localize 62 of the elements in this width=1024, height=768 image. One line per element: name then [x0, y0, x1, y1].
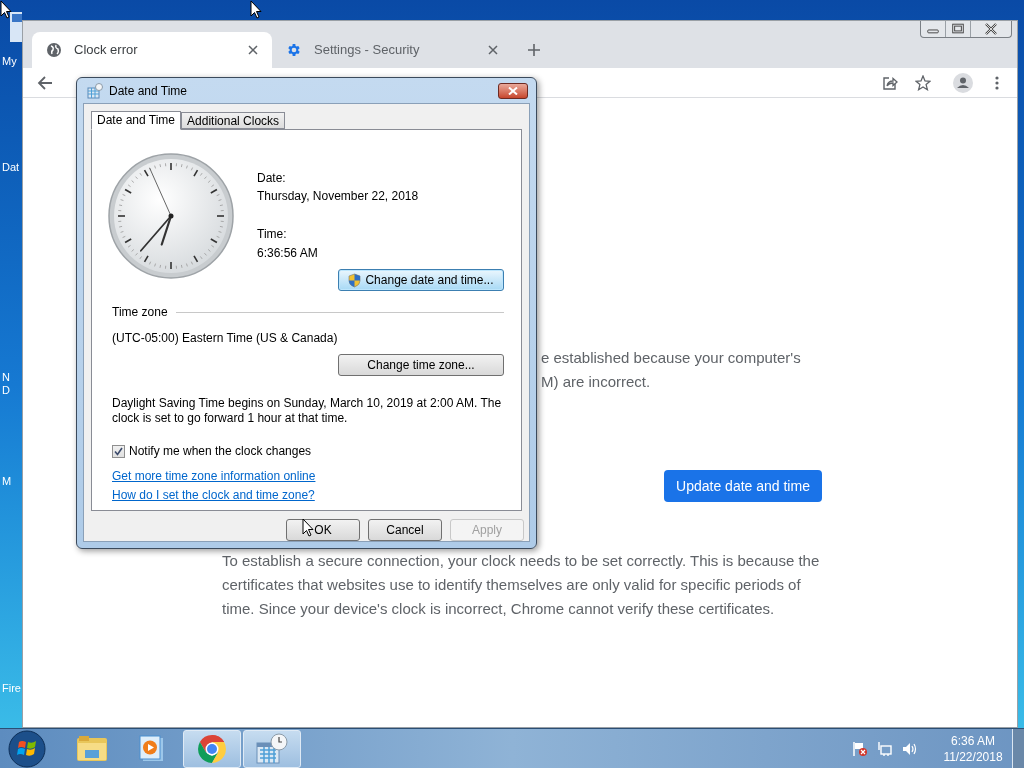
gear-icon — [286, 42, 302, 58]
new-tab-icon[interactable] — [528, 44, 540, 56]
menu-icon[interactable] — [995, 75, 999, 90]
desktop-icon-label[interactable]: Dat — [2, 162, 20, 173]
tab-title: Settings - Security — [314, 41, 421, 60]
time-label: Time: — [257, 226, 288, 242]
body-paragraph: To establish a secure connection, your clock needs to be set correctly. This is because the certificates that websites use to identify themselves are only valid for specific periods of time. Since your device's clock is incorrect, Chrome cannot verify these certificates. — [222, 551, 821, 619]
close-icon — [508, 86, 518, 95]
desktop-icon-label[interactable]: D — [2, 385, 10, 396]
time-zone-value: (UTC-05:00) Eastern Time (US & Canada) — [112, 330, 339, 346]
globe-icon — [46, 42, 62, 58]
taskbar-button[interactable] — [183, 729, 241, 768]
start-orb-icon[interactable] — [8, 729, 46, 768]
checkmark-icon — [114, 446, 123, 456]
mouse-pointer-icon — [302, 518, 314, 537]
chrome-icon — [197, 733, 227, 764]
close-button[interactable] — [498, 82, 528, 99]
folder-icon — [76, 734, 108, 763]
calendar-clock-icon — [255, 732, 289, 765]
dialog-button[interactable]: OK — [286, 519, 360, 541]
close-icon[interactable] — [248, 45, 258, 55]
browser-tab[interactable]: Clock error — [32, 32, 272, 68]
browser-tab[interactable]: Settings - Security — [272, 32, 512, 68]
mouse-pointer-icon — [0, 0, 12, 19]
clock-time: 6:36 AM — [951, 732, 995, 749]
taskbar-button[interactable] — [243, 729, 301, 768]
date-label: Date: — [257, 170, 287, 186]
action-center-flag-icon[interactable] — [852, 740, 868, 757]
dst-description: Daylight Saving Time begins on Sunday, March 10, 2019 at 2:00 AM. The clock is set to go forward 1 hour at that time. — [112, 396, 502, 426]
network-icon[interactable] — [877, 740, 893, 757]
change-time-zone-button[interactable]: Change time zone... — [338, 354, 504, 376]
section-heading: Time zone — [112, 304, 168, 320]
tab-title: Clock error — [74, 41, 139, 60]
dialog-button[interactable]: Cancel — [368, 519, 442, 541]
close-icon[interactable] — [488, 45, 498, 55]
star-icon[interactable] — [915, 74, 931, 91]
shield-icon — [348, 272, 362, 288]
media-player-icon — [139, 734, 165, 763]
dialog-title: Date and Time — [109, 82, 188, 100]
calendar-clock-icon — [87, 82, 103, 99]
date-value: Thursday, November 22, 2018 — [257, 188, 420, 204]
change-date-button[interactable]: Change date and time... — [338, 269, 504, 291]
dialog-tab[interactable]: Additional Clocks — [181, 112, 286, 129]
dialog-tab[interactable]: Date and Time — [91, 111, 182, 130]
share-icon[interactable] — [882, 74, 898, 91]
desktop-icon-label[interactable]: M — [2, 476, 12, 487]
desktop-shortcut-icon[interactable] — [10, 12, 22, 42]
update-date-button[interactable]: Update date and time — [664, 470, 822, 502]
back-arrow-icon[interactable] — [37, 74, 53, 91]
time-value: 6:36:56 AM — [257, 245, 319, 261]
clock-date: 11/22/2018 — [943, 748, 1003, 765]
help-link[interactable]: How do I set the clock and time zone? — [112, 487, 315, 503]
profile-avatar-icon[interactable] — [953, 72, 973, 93]
body-text: M) are incorrect. — [541, 372, 652, 392]
show-desktop-button[interactable] — [1012, 728, 1024, 768]
checkbox-label: Notify me when the clock changes — [129, 443, 312, 459]
checkbox[interactable] — [112, 444, 125, 458]
body-text: e established because your computer's — [541, 348, 802, 368]
help-link[interactable]: Get more time zone information online — [112, 468, 316, 484]
system-clock[interactable]: 6:36 AM 11/22/2018 — [934, 732, 1012, 765]
desktop-icon-label[interactable]: N — [2, 372, 10, 383]
desktop-icon-label[interactable]: My — [2, 56, 17, 67]
